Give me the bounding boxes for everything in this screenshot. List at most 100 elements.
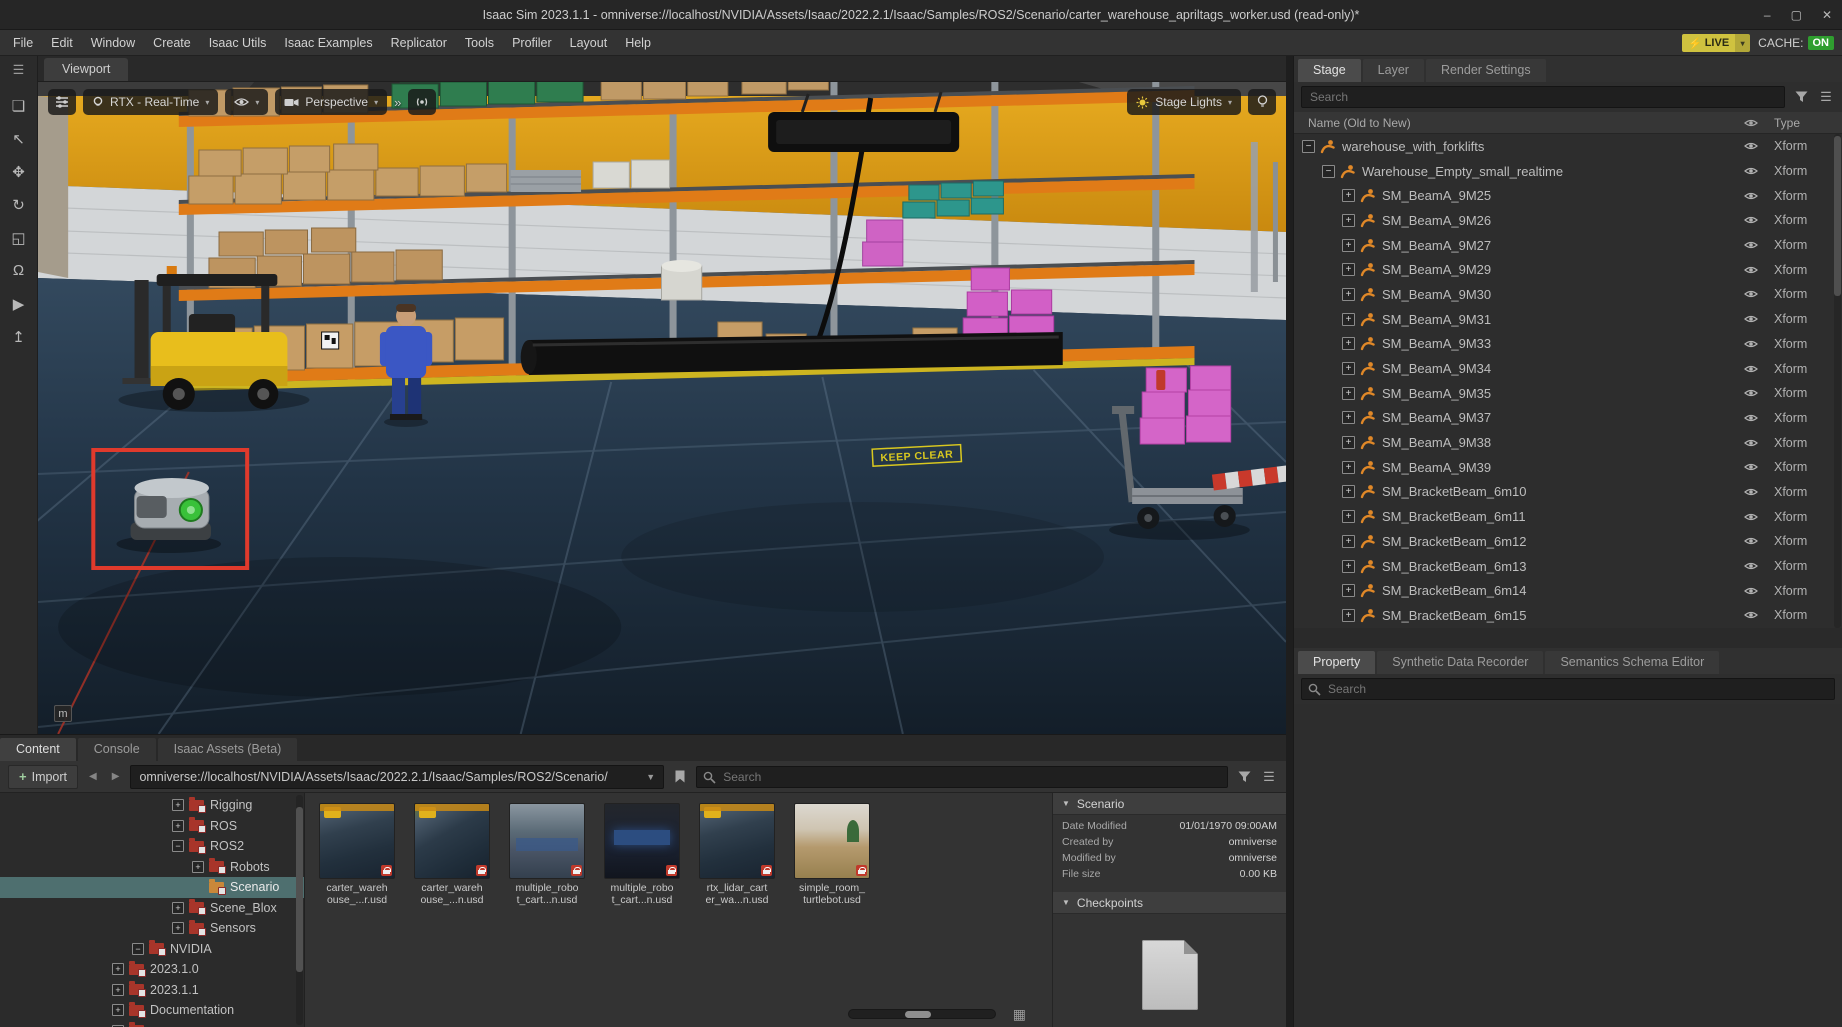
stage-row[interactable]: + SM_BeamA_9M27 Xform	[1294, 233, 1842, 258]
units-badge[interactable]: m	[54, 705, 72, 722]
expander-icon[interactable]: −	[132, 942, 144, 955]
tree-row[interactable]: + Scene_Blox	[0, 898, 304, 919]
live-caret-icon[interactable]: ▾	[1735, 34, 1751, 52]
stage-row[interactable]: + SM_BracketBeam_6m12 Xform	[1294, 529, 1842, 554]
file-thumbnail[interactable]	[319, 803, 395, 879]
expander-icon[interactable]: −	[1302, 139, 1315, 153]
visibility-toggle[interactable]	[1728, 191, 1774, 201]
file-tile[interactable]: multiple_robo t_cart...n.usd	[507, 803, 587, 907]
visibility-toggle[interactable]	[1728, 215, 1774, 225]
filter-funnel-icon[interactable]	[1235, 771, 1253, 783]
expander-icon[interactable]: +	[192, 860, 204, 873]
file-tile[interactable]: simple_room_ turtlebot.usd	[792, 803, 872, 907]
path-bar[interactable]: ▼	[130, 764, 665, 789]
tree-row[interactable]: − NVIDIA	[0, 939, 304, 960]
stage-row[interactable]: + SM_BeamA_9M25 Xform	[1294, 183, 1842, 208]
eject-button[interactable]: ↥	[4, 322, 34, 351]
stage-row[interactable]: + SM_BeamA_9M37 Xform	[1294, 406, 1842, 431]
bookmark-icon[interactable]	[671, 770, 689, 783]
file-thumbnail[interactable]	[414, 803, 490, 879]
stage-row[interactable]: + SM_BracketBeam_6m10 Xform	[1294, 480, 1842, 505]
forward-icon[interactable]: ▶	[108, 771, 124, 782]
visibility-toggle[interactable]	[1728, 265, 1774, 275]
property-panel-tab[interactable]: Semantics Schema Editor	[1545, 651, 1720, 674]
expander-icon[interactable]: −	[1322, 164, 1335, 178]
play-button[interactable]: ▶	[4, 289, 34, 318]
tree-row[interactable]: + 2023.1.0	[0, 959, 304, 980]
expander-icon[interactable]: +	[1342, 238, 1355, 252]
menu-item[interactable]: Help	[616, 30, 660, 55]
expander-icon[interactable]: +	[1342, 337, 1355, 351]
layout-grid-tool[interactable]: ❏	[4, 91, 34, 120]
stage-panel-tab[interactable]: Layer	[1362, 59, 1424, 82]
expander-icon[interactable]: −	[172, 840, 184, 853]
content-panel-tab[interactable]: Isaac Assets (Beta)	[157, 738, 298, 761]
expander-icon[interactable]: +	[1342, 386, 1355, 400]
stage-row[interactable]: + SM_BeamA_9M29 Xform	[1294, 257, 1842, 282]
file-tile[interactable]: rtx_lidar_cart er_wa...n.usd	[697, 803, 777, 907]
expander-icon[interactable]: +	[1342, 263, 1355, 277]
stage-row[interactable]: + SM_BeamA_9M30 Xform	[1294, 282, 1842, 307]
column-type[interactable]: Type	[1774, 116, 1842, 130]
stage-search-input[interactable]	[1301, 86, 1785, 108]
dock-options-icon[interactable]: ☰	[5, 59, 33, 81]
path-caret-icon[interactable]: ▼	[646, 772, 663, 782]
stage-row[interactable]: + SM_BeamA_9M39 Xform	[1294, 455, 1842, 480]
stage-row[interactable]: − warehouse_with_forklifts Xform	[1294, 134, 1842, 159]
tree-row[interactable]: + Rigging	[0, 795, 304, 816]
camera-dropdown[interactable]: Perspective ▾	[275, 89, 388, 115]
visibility-toggle[interactable]	[1728, 289, 1774, 299]
filter-funnel-icon[interactable]	[1792, 91, 1810, 103]
expander-icon[interactable]: +	[1342, 436, 1355, 450]
close-icon[interactable]: ✕	[1822, 8, 1832, 22]
expander-icon[interactable]: +	[112, 1004, 124, 1017]
stage-row[interactable]: + SM_BeamA_9M26 Xform	[1294, 208, 1842, 233]
expander-icon[interactable]: +	[1342, 362, 1355, 376]
menu-item[interactable]: Create	[144, 30, 200, 55]
menu-item[interactable]: Profiler	[503, 30, 561, 55]
snap-tool[interactable]: Ω	[4, 256, 34, 285]
visibility-toggle[interactable]	[1728, 339, 1774, 349]
menu-item[interactable]: Layout	[561, 30, 617, 55]
tree-row[interactable]: + ROS	[0, 816, 304, 837]
expander-icon[interactable]: +	[1342, 189, 1355, 203]
expander-icon[interactable]: +	[172, 901, 184, 914]
stage-row[interactable]: + SM_BeamA_9M34 Xform	[1294, 356, 1842, 381]
stage-panel-tab[interactable]: Render Settings	[1425, 59, 1546, 82]
menu-item[interactable]: Replicator	[382, 30, 456, 55]
tree-scrollbar[interactable]	[296, 795, 303, 1025]
maximize-icon[interactable]: ▢	[1791, 8, 1802, 22]
file-tile[interactable]: carter_wareh ouse_...n.usd	[412, 803, 492, 907]
info-section-header[interactable]: ▼ Scenario	[1053, 793, 1286, 815]
visibility-toggle[interactable]	[1728, 487, 1774, 497]
expander-icon[interactable]: +	[172, 799, 184, 812]
stage-lights-dropdown[interactable]: Stage Lights ▾	[1127, 89, 1241, 115]
collapse-triangle-icon[interactable]: ▼	[1062, 898, 1070, 907]
thumbnail-zoom-slider[interactable]	[848, 1009, 996, 1019]
stage-panel-tab[interactable]: Stage	[1298, 59, 1361, 82]
visibility-toggle[interactable]	[1728, 388, 1774, 398]
stage-row[interactable]: + SM_BracketBeam_6m11 Xform	[1294, 504, 1842, 529]
visibility-toggle[interactable]	[1728, 413, 1774, 423]
expander-icon[interactable]: +	[1342, 534, 1355, 548]
file-thumbnail[interactable]	[509, 803, 585, 879]
stage-scrollbar[interactable]	[1834, 134, 1841, 628]
tree-row[interactable]: + 2023.1.1	[0, 980, 304, 1001]
tree-row[interactable]: + Sensors	[0, 918, 304, 939]
expander-icon[interactable]: +	[172, 819, 184, 832]
viewport-3d-scene[interactable]: KEEP CLEAR RTX - Real-Time ▾ ▾ Perspecti…	[38, 82, 1286, 734]
audio-button[interactable]	[408, 89, 437, 115]
visibility-toggle[interactable]	[1728, 586, 1774, 596]
expander-icon[interactable]: +	[1342, 213, 1355, 227]
menu-item[interactable]: Edit	[42, 30, 82, 55]
visibility-dropdown[interactable]: ▾	[225, 89, 269, 115]
file-tile[interactable]: multiple_robo t_cart...n.usd	[602, 803, 682, 907]
stage-row[interactable]: − Warehouse_Empty_small_realtime Xform	[1294, 159, 1842, 184]
stage-row[interactable]: + SM_BeamA_9M35 Xform	[1294, 381, 1842, 406]
stage-row[interactable]: + SM_BracketBeam_6m15 Xform	[1294, 603, 1842, 628]
slider-knob[interactable]	[905, 1011, 931, 1018]
tab-viewport[interactable]: Viewport	[44, 58, 129, 81]
property-search-input[interactable]	[1301, 678, 1835, 700]
expander-icon[interactable]: +	[1342, 608, 1355, 622]
renderer-dropdown[interactable]: RTX - Real-Time ▾	[83, 89, 219, 115]
